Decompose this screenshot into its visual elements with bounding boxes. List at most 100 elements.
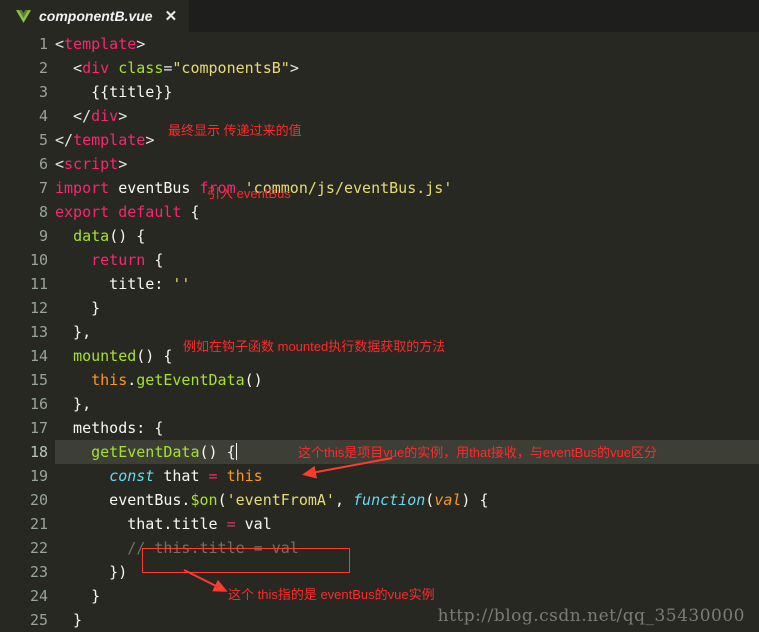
- code-token: class: [118, 59, 164, 77]
- code-token: ) {: [461, 491, 489, 509]
- code-line[interactable]: 16 },: [0, 392, 759, 416]
- line-text: {{title}}: [55, 80, 172, 104]
- code-token: .: [127, 371, 137, 389]
- code-token: (: [217, 491, 227, 509]
- line-number: 3: [38, 83, 48, 101]
- line-text: that.title = val: [55, 512, 272, 536]
- code-token: that.title: [55, 515, 227, 533]
- line-number: 10: [29, 251, 48, 269]
- code-line[interactable]: 4 </div>: [0, 104, 759, 128]
- code-line[interactable]: 10 return {: [0, 248, 759, 272]
- code-token: val: [235, 515, 272, 533]
- line-number: 8: [38, 203, 48, 221]
- line-text: const that = this: [55, 464, 263, 488]
- code-token: '': [172, 275, 191, 293]
- code-token: >: [289, 59, 299, 77]
- line-number: 19: [29, 467, 48, 485]
- code-token: getEventData: [91, 443, 200, 461]
- code-editor-window: componentB.vue ✕ 1 <template> 2 <div class…: [0, 0, 759, 632]
- code-token: =: [208, 467, 218, 485]
- code-line[interactable]: 5 </template>: [0, 128, 759, 152]
- code-line[interactable]: 3 {{title}}: [0, 80, 759, 104]
- code-line[interactable]: 6 <script>: [0, 152, 759, 176]
- line-text: this.getEventData(): [55, 368, 263, 392]
- line-text: eventBus.$on('eventFromA', function(val)…: [55, 488, 489, 512]
- code-token: "componentsB": [172, 59, 290, 77]
- code-token: <: [55, 155, 65, 173]
- code-line[interactable]: 22 // this.title = val: [0, 536, 759, 560]
- code-token: script: [64, 155, 119, 173]
- code-token: that: [154, 467, 209, 485]
- code-line[interactable]: 13 },: [0, 320, 759, 344]
- code-token: },: [55, 323, 92, 341]
- close-icon[interactable]: ✕: [165, 9, 178, 24]
- line-number: 13: [29, 323, 48, 341]
- code-token: export default: [55, 203, 182, 221]
- code-line[interactable]: 17 methods: {: [0, 416, 759, 440]
- code-token: }: [55, 611, 83, 629]
- code-token: </: [55, 107, 92, 125]
- code-line[interactable]: 11 title: '': [0, 272, 759, 296]
- line-text: </template>: [55, 128, 154, 152]
- code-token: return: [91, 251, 146, 269]
- code-token: <: [55, 59, 83, 77]
- tab-componentb-vue[interactable]: componentB.vue ✕: [0, 0, 190, 32]
- code-line[interactable]: 9 data() {: [0, 224, 759, 248]
- code-line[interactable]: 24 }: [0, 584, 759, 608]
- code-line[interactable]: 19 const that = this: [0, 464, 759, 488]
- line-text: <script>: [55, 152, 127, 176]
- code-line[interactable]: 15 this.getEventData(): [0, 368, 759, 392]
- code-token: import: [55, 179, 110, 197]
- code-token: >: [145, 131, 155, 149]
- line-number: 15: [29, 371, 48, 389]
- editor-tab-bar: componentB.vue ✕: [0, 0, 759, 32]
- code-area[interactable]: 1 <template> 2 <div class="componentsB"> 3 …: [0, 32, 759, 632]
- code-line[interactable]: 8 export default {: [0, 200, 759, 224]
- code-line[interactable]: 20 eventBus.$on('eventFromA', function(v…: [0, 488, 759, 512]
- line-number: 11: [29, 275, 48, 293]
- code-line[interactable]: 18 getEventData() {: [0, 440, 759, 464]
- code-line[interactable]: 14 mounted() {: [0, 344, 759, 368]
- code-token: $on: [190, 491, 218, 509]
- line-number: 2: [38, 59, 48, 77]
- code-line[interactable]: 2 <div class="componentsB">: [0, 56, 759, 80]
- line-number: 5: [38, 131, 48, 149]
- code-line[interactable]: 12 }: [0, 296, 759, 320]
- line-text: },: [55, 320, 91, 344]
- code-token: from: [199, 179, 236, 197]
- code-token: =: [226, 515, 236, 533]
- code-line[interactable]: 23 }): [0, 560, 759, 584]
- code-token: div: [82, 59, 110, 77]
- code-token: () {: [136, 347, 173, 365]
- code-line[interactable]: 1 <template>: [0, 32, 759, 56]
- code-token: this: [91, 371, 128, 389]
- line-number: 7: [38, 179, 48, 197]
- line-text: import eventBus from 'common/js/eventBus…: [55, 176, 452, 200]
- line-number: 20: [29, 491, 48, 509]
- code-token: }: [55, 587, 101, 605]
- code-token: methods: {: [55, 419, 164, 437]
- code-token: this: [226, 467, 263, 485]
- code-line[interactable]: 7 import eventBus from 'common/js/eventBu…: [0, 176, 759, 200]
- code-token: 'eventFromA': [226, 491, 335, 509]
- code-token: // this.title = val: [127, 539, 299, 557]
- line-number: 1: [38, 35, 48, 53]
- code-token: const: [109, 467, 155, 485]
- code-token: {: [145, 251, 164, 269]
- code-token: }: [55, 299, 101, 317]
- code-token: >: [118, 107, 128, 125]
- code-token: title:: [55, 275, 173, 293]
- line-number: 17: [29, 419, 48, 437]
- code-token: <: [55, 35, 65, 53]
- code-line[interactable]: 21 that.title = val: [0, 512, 759, 536]
- line-number: 4: [38, 107, 48, 125]
- line-text: }: [55, 296, 100, 320]
